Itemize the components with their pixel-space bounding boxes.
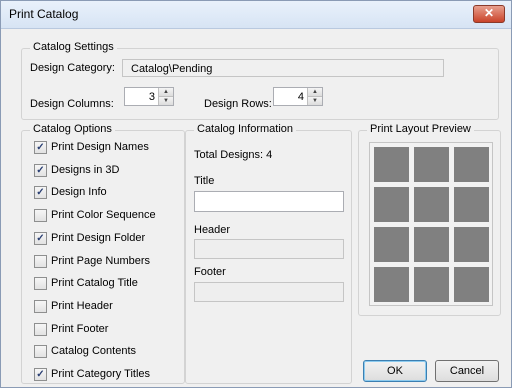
preview-cell [374,147,409,182]
option-label: Print Color Sequence [51,209,156,222]
design-columns-stepper[interactable]: 3 ▲ ▼ [124,87,174,106]
total-designs-text: Total Designs: 4 [194,149,273,161]
design-rows-label: Design Rows: [204,98,272,110]
cancel-button[interactable]: Cancel [435,360,499,382]
columns-increment-button[interactable]: ▲ [159,88,173,97]
option-label: Print Design Folder [51,231,146,244]
header-input[interactable] [194,239,344,259]
preview-cell [374,187,409,222]
option-label: Print Page Numbers [51,254,151,267]
checkbox-unchecked-icon[interactable] [34,299,47,313]
checkbox-unchecked-icon[interactable] [34,345,47,359]
rows-decrement-button[interactable]: ▼ [308,96,322,105]
option-label: Print Catalog Title [51,277,138,290]
preview-cell [374,227,409,262]
title-bar[interactable]: Print Catalog ✕ [1,1,511,29]
title-label: Title [194,175,215,187]
design-category-field: Catalog\Pending [122,59,444,77]
preview-cell [454,227,489,262]
design-category-label: Design Category: [30,62,115,74]
rows-increment-button[interactable]: ▲ [308,88,322,97]
preview-cell [454,267,489,302]
ok-button[interactable]: OK [363,360,427,382]
design-columns-label: Design Columns: [30,98,114,110]
preview-cell [454,147,489,182]
preview-cell [414,187,449,222]
preview-cell [414,267,449,302]
footer-label: Footer [194,266,226,278]
checkbox-unchecked-icon[interactable] [34,209,47,223]
checkbox-checked-icon[interactable]: ✓ [34,231,47,245]
catalog-options-label: Catalog Options [30,123,115,135]
option-label: Print Footer [51,322,109,335]
print-catalog-dialog: Print Catalog ✕ Catalog Settings Design … [0,0,512,388]
catalog-information-label: Catalog Information [194,123,296,135]
design-columns-spin-buttons: ▲ ▼ [158,88,173,105]
title-input[interactable] [194,191,344,212]
design-rows-stepper[interactable]: 4 ▲ ▼ [273,87,323,106]
checkbox-unchecked-icon[interactable] [34,254,47,268]
option-label: Print Header [51,299,113,312]
option-label: Designs in 3D [51,163,120,176]
layout-preview-grid [369,142,493,306]
print-layout-preview-label: Print Layout Preview [367,123,474,135]
option-label: Print Category Titles [51,368,151,380]
footer-input[interactable] [194,282,344,302]
design-rows-value: 4 [297,91,304,103]
preview-cell [414,227,449,262]
checkbox-checked-icon[interactable]: ✓ [34,186,47,200]
checkbox-checked-icon[interactable]: ✓ [34,368,47,381]
checkbox-checked-icon[interactable]: ✓ [34,163,47,177]
design-rows-spin-buttons: ▲ ▼ [307,88,322,105]
catalog-options-group: Catalog Options ✓ Print Design Names ✓ Desi… [21,123,185,384]
preview-cell [454,187,489,222]
option-label: Print Design Names [51,141,149,153]
preview-cell [374,267,409,302]
columns-decrement-button[interactable]: ▼ [159,96,173,105]
checkbox-checked-icon[interactable]: ✓ [34,141,47,154]
catalog-settings-label: Catalog Settings [30,41,117,53]
close-button[interactable]: ✕ [473,5,505,23]
checkbox-unchecked-icon[interactable] [34,277,47,291]
dialog-body: Catalog Settings Design Category: Catalo… [1,29,511,387]
option-label: Design Info [51,186,107,199]
option-label: Catalog Contents [51,345,136,358]
preview-cell [414,147,449,182]
design-columns-value: 3 [148,91,155,103]
design-category-value: Catalog\Pending [131,63,213,75]
window-title: Print Catalog [9,7,79,21]
header-label: Header [194,224,231,236]
checkbox-unchecked-icon[interactable] [34,322,47,336]
